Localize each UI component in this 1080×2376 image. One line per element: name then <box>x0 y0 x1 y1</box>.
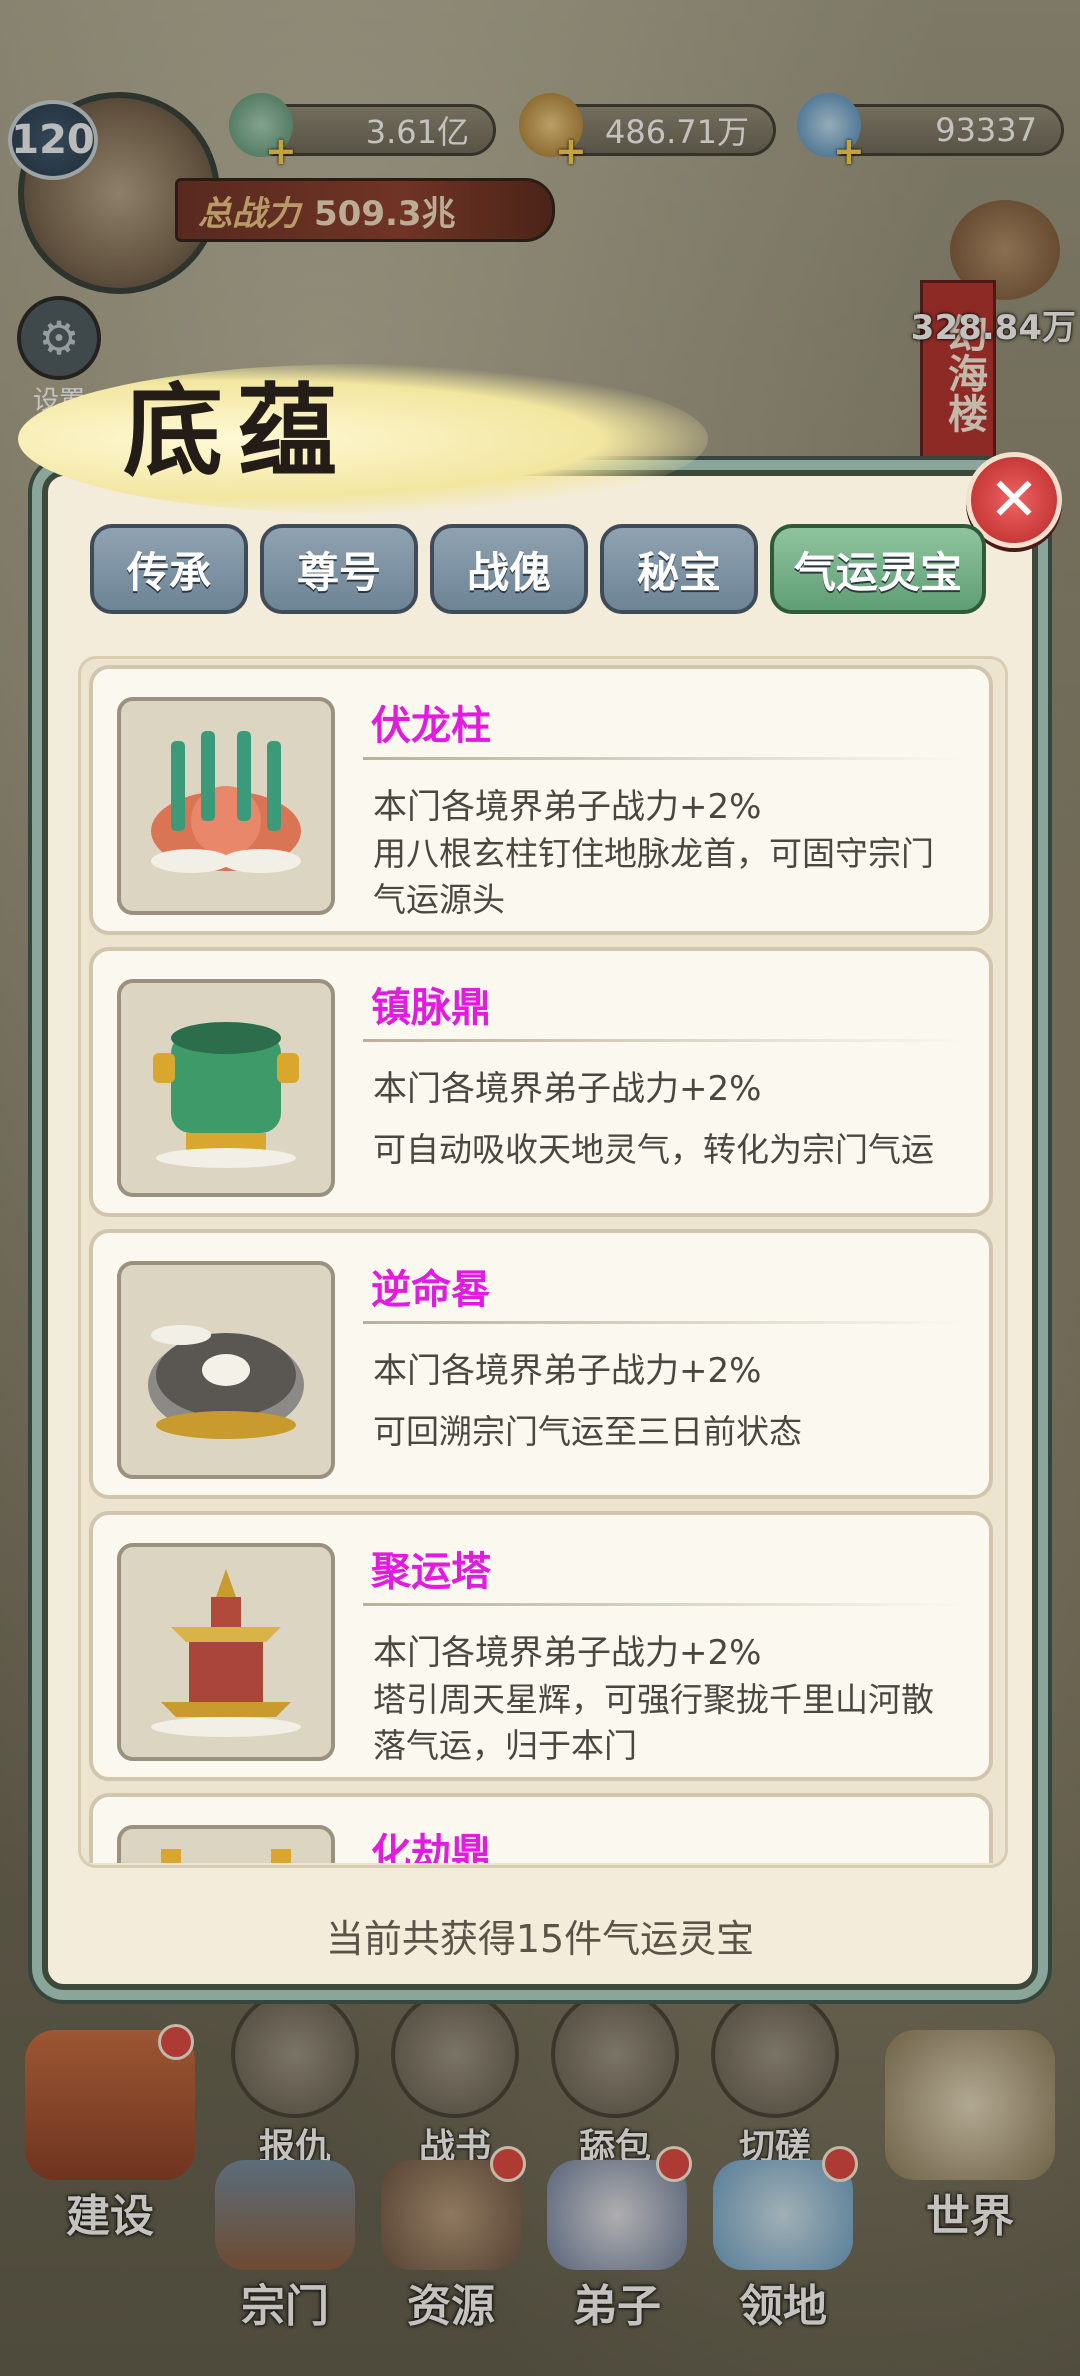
item-effect: 本门各境界弟子战力+2% <box>373 1633 762 1673</box>
item-name: 伏龙柱 <box>371 703 491 749</box>
treasure-list-frame: 伏龙柱 本门各境界弟子战力+2% 用八根玄柱钉住地脉龙首，可固守宗门气运源头 镇… <box>78 656 1008 1868</box>
bronze-cauldron-icon <box>117 979 335 1197</box>
tab-fortune-treasures[interactable]: 气运灵宝 <box>770 524 986 614</box>
list-item[interactable]: 镇脉鼎 本门各境界弟子战力+2% 可自动吸收天地灵气，转化为宗门气运 <box>89 947 993 1217</box>
list-item[interactable]: 化劫鼎 <box>89 1793 993 1863</box>
item-effect: 本门各境界弟子战力+2% <box>373 1069 762 1109</box>
item-effect: 本门各境界弟子战力+2% <box>373 787 762 827</box>
item-description: 塔引周天星辉，可强行聚拢千里山河散落气运，归于本门 <box>373 1680 934 1765</box>
list-item[interactable]: 伏龙柱 本门各境界弟子战力+2% 用八根玄柱钉住地脉龙首，可固守宗门气运源头 <box>89 665 993 935</box>
treasure-count-text: 当前共获得15件气运灵宝 <box>325 1917 755 1961</box>
item-effect: 本门各境界弟子战力+2% <box>373 1351 762 1391</box>
cauldron-icon <box>117 1825 335 1863</box>
close-icon: ✕ <box>988 465 1040 535</box>
pagoda-icon <box>117 1543 335 1761</box>
sundial-icon <box>117 1261 335 1479</box>
item-name: 镇脉鼎 <box>371 985 491 1031</box>
golden-cloud-decoration <box>18 364 708 514</box>
modal-title: 底蕴 <box>123 372 351 490</box>
item-description: 可回溯宗门气运至三日前状态 <box>373 1412 802 1451</box>
dragon-pillar-icon <box>117 697 335 915</box>
item-name: 化劫鼎 <box>371 1831 491 1863</box>
tab-war-puppets[interactable]: 战傀 <box>430 524 588 614</box>
modal-header: 底蕴 <box>18 350 718 514</box>
tab-titles[interactable]: 尊号 <box>260 524 418 614</box>
item-description: 用八根玄柱钉住地脉龙首，可固守宗门气运源头 <box>373 834 934 919</box>
divider <box>363 1321 963 1324</box>
item-name: 聚运塔 <box>371 1549 491 1595</box>
divider <box>363 1603 963 1606</box>
list-item[interactable]: 聚运塔 本门各境界弟子战力+2% 塔引周天星辉，可强行聚拢千里山河散落气运，归于… <box>89 1511 993 1781</box>
tab-inheritance[interactable]: 传承 <box>90 524 248 614</box>
divider <box>363 1039 963 1042</box>
item-name: 逆命晷 <box>371 1267 491 1313</box>
treasure-list[interactable]: 伏龙柱 本门各境界弟子战力+2% 用八根玄柱钉住地脉龙首，可固守宗门气运源头 镇… <box>89 665 993 1863</box>
divider <box>363 757 963 760</box>
list-item[interactable]: 逆命晷 本门各境界弟子战力+2% 可回溯宗门气运至三日前状态 <box>89 1229 993 1499</box>
item-description: 可自动吸收天地灵气，转化为宗门气运 <box>373 1130 934 1169</box>
tab-secret-treasures[interactable]: 秘宝 <box>600 524 758 614</box>
tab-bar: 传承 尊号 战傀 秘宝 气运灵宝 <box>90 524 990 616</box>
